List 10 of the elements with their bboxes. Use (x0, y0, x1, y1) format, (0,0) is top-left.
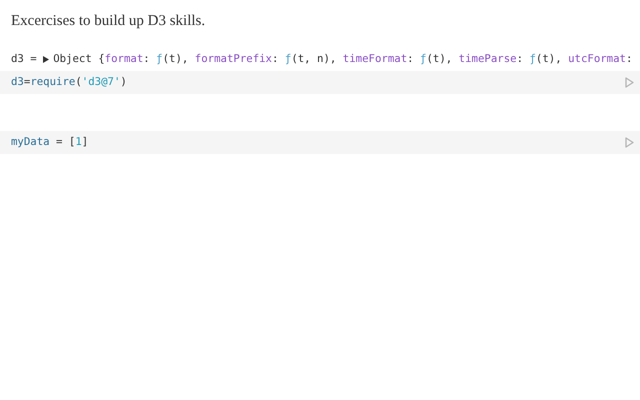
code-line: myData = [1] (11, 134, 88, 150)
intro-text: Excercises to build up D3 skills. (10, 12, 206, 31)
variable-name: d3 = (11, 51, 38, 68)
code-cell[interactable]: myData = [1] (0, 131, 640, 154)
run-icon[interactable] (625, 137, 634, 148)
object-preview: Object {format: ƒ(t), formatPrefix: ƒ(t, n), timeFormat: ƒ(t), timeParse: ƒ(t), utcFormat: (53, 51, 632, 68)
code-line: d3=require('d3@7') (11, 74, 127, 90)
run-icon[interactable] (625, 77, 634, 88)
caret-right-icon[interactable] (43, 56, 50, 63)
code-cell[interactable]: d3=require('d3@7') (0, 71, 640, 94)
